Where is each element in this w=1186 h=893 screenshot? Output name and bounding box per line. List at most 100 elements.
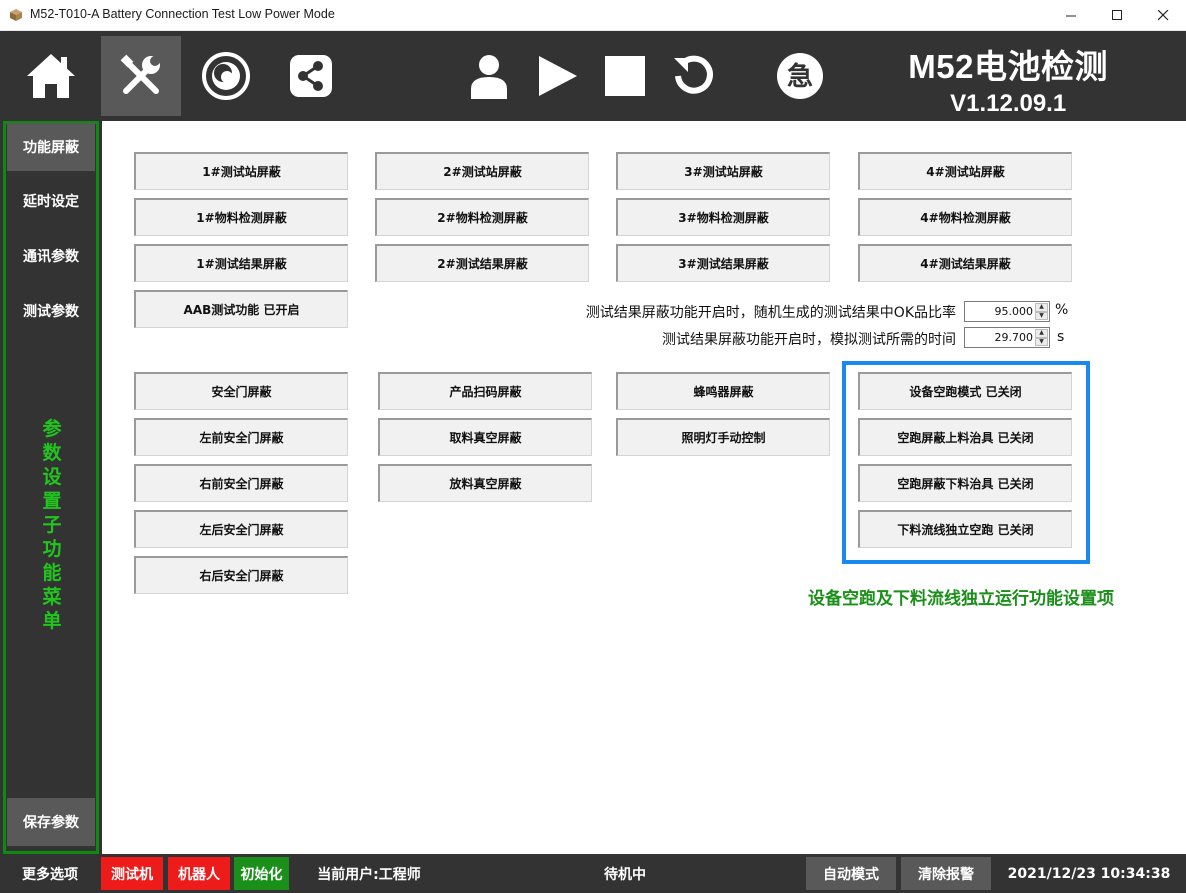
- version-label: V1.12.09.1: [950, 90, 1067, 117]
- home-button[interactable]: [11, 36, 91, 116]
- station-3-mask-button[interactable]: 3#测试站屏蔽: [616, 152, 830, 190]
- ok-ratio-value: 95.000: [994, 305, 1034, 318]
- dry-run-mode-toggle[interactable]: 设备空跑模式 已关闭: [858, 372, 1072, 410]
- reset-icon: [674, 55, 713, 94]
- share-button[interactable]: [271, 36, 351, 116]
- home-icon: [27, 54, 75, 98]
- place-vacuum-mask-button[interactable]: 放料真空屏蔽: [378, 464, 592, 502]
- brand-name: M52电池检测: [908, 48, 1108, 85]
- annotation-char: 设: [42, 466, 62, 488]
- station-1-mask-button[interactable]: 1#测试站屏蔽: [134, 152, 348, 190]
- share-icon: [290, 55, 332, 97]
- material-check-4-mask-button[interactable]: 4#物料检测屏蔽: [858, 198, 1072, 236]
- rear-right-door-mask-button[interactable]: 右后安全门屏蔽: [134, 556, 348, 594]
- dry-run-skip-load-fixture-toggle[interactable]: 空跑屏蔽上料治具 已关闭: [858, 418, 1072, 456]
- function-mask-panel: 1#测试站屏蔽 2#测试站屏蔽 3#测试站屏蔽 4#测试站屏蔽 1#物料检测屏蔽…: [102, 121, 1186, 854]
- sidebar: 功能屏蔽 延时设定 通讯参数 测试参数 参 数 设 置 子 功 能 菜 单 保存…: [0, 121, 102, 854]
- more-options-button[interactable]: 更多选项: [10, 857, 90, 890]
- annotation-char: 单: [42, 610, 62, 632]
- user-icon: [471, 55, 507, 99]
- ok-ratio-label: 测试结果屏蔽功能开启时，随机生成的测试结果中OK品比率: [585, 305, 956, 321]
- station-2-mask-button[interactable]: 2#测试站屏蔽: [375, 152, 589, 190]
- machine-state-label: 待机中: [604, 866, 646, 883]
- maximize-button[interactable]: [1094, 0, 1140, 31]
- sidebar-annotation: 参 数 设 置 子 功 能 菜 单: [36, 417, 68, 633]
- sim-time-stepper[interactable]: ▲ ▼: [1035, 329, 1048, 346]
- unload-line-dry-run-toggle[interactable]: 下料流线独立空跑 已关闭: [858, 510, 1072, 548]
- save-params-button[interactable]: 保存参数: [7, 798, 95, 846]
- sim-time-unit: s: [1057, 329, 1065, 345]
- stop-button[interactable]: [585, 36, 665, 116]
- tools-icon: [120, 54, 160, 94]
- stepper-up-icon[interactable]: ▲: [1035, 329, 1048, 338]
- ok-ratio-stepper[interactable]: ▲ ▼: [1035, 303, 1048, 320]
- front-left-door-mask-button[interactable]: 左前安全门屏蔽: [134, 418, 348, 456]
- stepper-down-icon[interactable]: ▼: [1035, 337, 1048, 346]
- main-toolbar: 急 M52电池检测 V1.12.09.1: [0, 31, 1186, 121]
- buzzer-mask-button[interactable]: 蜂鸣器屏蔽: [616, 372, 830, 410]
- auto-mode-button[interactable]: 自动模式: [806, 857, 896, 890]
- test-result-2-mask-button[interactable]: 2#测试结果屏蔽: [375, 244, 589, 282]
- annotation-char: 置: [42, 490, 62, 512]
- stepper-up-icon[interactable]: ▲: [1035, 303, 1048, 312]
- app-window: M52-T010-A Battery Connection Test Low P…: [0, 0, 1186, 893]
- reset-button[interactable]: [654, 36, 734, 116]
- barcode-scan-mask-button[interactable]: 产品扫码屏蔽: [378, 372, 592, 410]
- close-icon: [1157, 10, 1168, 21]
- ok-ratio-unit: %: [1055, 302, 1069, 318]
- sidebar-item-test-params[interactable]: 测试参数: [7, 287, 95, 335]
- play-icon: [539, 56, 577, 96]
- init-status-badge: 初始化: [234, 857, 289, 890]
- rear-left-door-mask-button[interactable]: 左后安全门屏蔽: [134, 510, 348, 548]
- current-user-label: 当前用户:工程师: [317, 866, 421, 883]
- sidebar-item-function-mask[interactable]: 功能屏蔽: [7, 123, 95, 171]
- emergency-label: 急: [787, 62, 813, 92]
- annotation-char: 子: [42, 514, 62, 536]
- tester-status-badge: 测试机: [101, 857, 163, 890]
- stepper-down-icon[interactable]: ▼: [1035, 311, 1048, 320]
- camera-lens-icon: [202, 52, 250, 100]
- material-check-2-mask-button[interactable]: 2#物料检测屏蔽: [375, 198, 589, 236]
- safety-door-mask-button[interactable]: 安全门屏蔽: [134, 372, 348, 410]
- brand-block: M52电池检测 V1.12.09.1: [908, 40, 1108, 118]
- close-button[interactable]: [1140, 0, 1186, 31]
- lighting-manual-button[interactable]: 照明灯手动控制: [616, 418, 830, 456]
- app-box-icon: [10, 9, 22, 21]
- clear-alarm-button[interactable]: 清除报警: [901, 857, 991, 890]
- tools-button[interactable]: [101, 36, 181, 116]
- sim-time-spinbox[interactable]: 29.700 ▲ ▼: [964, 327, 1050, 348]
- material-check-3-mask-button[interactable]: 3#物料检测屏蔽: [616, 198, 830, 236]
- material-check-1-mask-button[interactable]: 1#物料检测屏蔽: [134, 198, 348, 236]
- aab-test-toggle[interactable]: AAB测试功能 已开启: [134, 290, 348, 328]
- minimize-button[interactable]: [1048, 0, 1094, 31]
- pick-vacuum-mask-button[interactable]: 取料真空屏蔽: [378, 418, 592, 456]
- camera-button[interactable]: [186, 36, 266, 116]
- window-title: M52-T010-A Battery Connection Test Low P…: [30, 7, 335, 21]
- dry-run-annotation: 设备空跑及下料流线独立运行功能设置项: [808, 589, 1114, 609]
- annotation-char: 菜: [42, 586, 62, 608]
- annotation-char: 功: [42, 538, 62, 560]
- sim-time-label: 测试结果屏蔽功能开启时，模拟测试所需的时间: [662, 332, 956, 348]
- front-right-door-mask-button[interactable]: 右前安全门屏蔽: [134, 464, 348, 502]
- test-result-1-mask-button[interactable]: 1#测试结果屏蔽: [134, 244, 348, 282]
- emergency-button[interactable]: 急: [760, 36, 840, 116]
- test-result-4-mask-button[interactable]: 4#测试结果屏蔽: [858, 244, 1072, 282]
- minimize-icon: [1065, 15, 1076, 17]
- status-bar: 更多选项 测试机 机器人 初始化 当前用户:工程师 待机中 自动模式 清除报警 …: [0, 854, 1186, 893]
- dry-run-skip-unload-fixture-toggle[interactable]: 空跑屏蔽下料治具 已关闭: [858, 464, 1072, 502]
- sidebar-item-delay-settings[interactable]: 延时设定: [7, 177, 95, 225]
- test-result-3-mask-button[interactable]: 3#测试结果屏蔽: [616, 244, 830, 282]
- annotation-char: 数: [42, 442, 62, 464]
- datetime-label: 2021/12/23 10:34:38: [1007, 865, 1171, 882]
- emergency-icon: 急: [777, 53, 823, 99]
- station-4-mask-button[interactable]: 4#测试站屏蔽: [858, 152, 1072, 190]
- robot-status-badge: 机器人: [168, 857, 230, 890]
- annotation-char: 参: [42, 418, 62, 440]
- title-bar: M52-T010-A Battery Connection Test Low P…: [0, 0, 1186, 31]
- stop-icon: [605, 56, 645, 96]
- ok-ratio-spinbox[interactable]: 95.000 ▲ ▼: [964, 301, 1050, 322]
- maximize-icon: [1111, 10, 1122, 20]
- sidebar-item-comm-params[interactable]: 通讯参数: [7, 232, 95, 280]
- annotation-char: 能: [42, 562, 62, 584]
- sim-time-value: 29.700: [994, 331, 1034, 344]
